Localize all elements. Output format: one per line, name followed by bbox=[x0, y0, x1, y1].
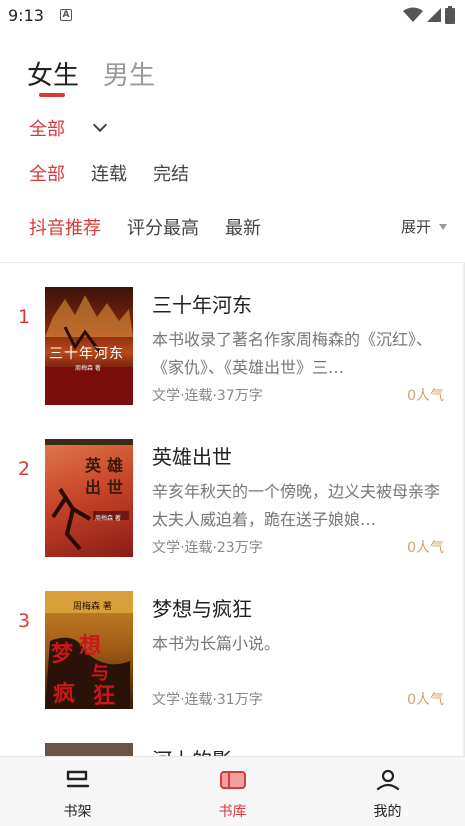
svg-text:雄: 雄 bbox=[106, 456, 123, 475]
category-label: 全部 bbox=[29, 119, 65, 140]
book-rank: 2 bbox=[17, 458, 31, 480]
category-selector[interactable]: 全部 bbox=[29, 115, 108, 141]
book-item[interactable]: 1 三十年河东 周梅森 著 三十年河东 本书收录了著名作家周梅森的《沉红》、《家… bbox=[0, 262, 465, 405]
svg-text:与: 与 bbox=[91, 663, 109, 684]
book-item[interactable]: 3 梦 想 与 疯 狂 周梅森 著 梦想与疯狂 本书为长篇小说。 文学·连载·3… bbox=[0, 566, 465, 709]
book-item[interactable]: 2 英 雄 出 世 周梅森 著 英雄出世 辛亥年秋天的一个傍晚，边义夫被母亲李太… bbox=[0, 414, 465, 557]
book-rank: 1 bbox=[17, 306, 31, 328]
book-meta: 文学·连载·23万字 bbox=[152, 540, 263, 556]
tab-female[interactable]: 女生 bbox=[27, 55, 80, 97]
tab-male-label: 男生 bbox=[103, 61, 156, 91]
sort-top-rated[interactable]: 评分最高 bbox=[127, 214, 199, 240]
tab-male[interactable]: 男生 bbox=[103, 55, 155, 95]
library-icon bbox=[219, 771, 246, 789]
nav-profile-label: 我的 bbox=[373, 804, 402, 820]
nav-profile[interactable]: 我的 bbox=[310, 757, 465, 826]
book-cover: 英 雄 出 世 周梅森 著 bbox=[45, 439, 133, 557]
book-title: 梦想与疯狂 bbox=[152, 597, 252, 621]
svg-text:出: 出 bbox=[85, 478, 101, 497]
tab-active-indicator bbox=[39, 93, 65, 97]
status-bar: 9:13 A bbox=[0, 0, 465, 32]
book-description: 本书为长篇小说。 bbox=[152, 634, 281, 653]
svg-text:梦: 梦 bbox=[51, 641, 74, 667]
cover-author: 周梅森 著 bbox=[73, 602, 112, 612]
nav-bookshelf-label: 书架 bbox=[63, 804, 92, 820]
chevron-down-icon[interactable] bbox=[92, 117, 108, 133]
cover-author: 周梅森 著 bbox=[75, 365, 101, 372]
book-description: 本书收录了著名作家周梅森的《沉红》、《家仇》、《英雄出世》三… bbox=[152, 330, 433, 377]
nav-bookshelf[interactable]: 书架 bbox=[0, 757, 155, 826]
bottom-nav: 书架 书库 我的 bbox=[0, 756, 465, 826]
book-title: 英雄出世 bbox=[152, 445, 232, 469]
book-popularity: 0人气 bbox=[407, 540, 444, 556]
book-title: 三十年河东 bbox=[152, 293, 252, 317]
app-screen: 9:13 A 女生 男生 全部 全部 连载 完结 抖音推荐 评分最高 最新 展开… bbox=[0, 0, 465, 826]
filter-all[interactable]: 全部 bbox=[29, 160, 65, 186]
book-meta: 文学·连载·31万字 bbox=[152, 692, 263, 708]
gender-tabs: 女生 男生 bbox=[27, 55, 155, 97]
filter-completed[interactable]: 完结 bbox=[153, 160, 189, 186]
filter-serializing[interactable]: 连载 bbox=[91, 160, 127, 186]
svg-text:狂: 狂 bbox=[93, 684, 115, 709]
profile-icon bbox=[376, 769, 399, 791]
expand-label: 展开 bbox=[400, 218, 431, 236]
nav-library[interactable]: 书库 bbox=[155, 757, 310, 826]
bookshelf-icon bbox=[66, 770, 89, 788]
nav-library-label: 书库 bbox=[218, 804, 247, 820]
book-rank: 3 bbox=[17, 610, 31, 632]
svg-text:疯: 疯 bbox=[53, 681, 75, 707]
cover-title: 三十年河东 bbox=[49, 346, 124, 362]
book-cover: 三十年河东 周梅森 著 bbox=[45, 287, 133, 405]
sort-filter-row: 抖音推荐 评分最高 最新 展开 bbox=[29, 214, 447, 240]
svg-text:英: 英 bbox=[84, 456, 102, 475]
battery-icon bbox=[445, 6, 455, 24]
sort-newest[interactable]: 最新 bbox=[225, 214, 261, 240]
cover-author: 周梅森 著 bbox=[95, 515, 121, 522]
wifi-icon bbox=[403, 7, 423, 22]
status-icons bbox=[403, 6, 455, 24]
expand-button[interactable]: 展开 bbox=[401, 216, 447, 237]
tab-female-label: 女生 bbox=[27, 61, 80, 91]
sort-douyin-recommend[interactable]: 抖音推荐 bbox=[29, 214, 101, 240]
book-popularity: 0人气 bbox=[407, 388, 444, 404]
svg-text:想: 想 bbox=[79, 634, 101, 659]
notification-icon: A bbox=[60, 9, 72, 21]
book-cover: 梦 想 与 疯 狂 周梅森 著 bbox=[45, 591, 133, 709]
book-meta: 文学·连载·37万字 bbox=[152, 388, 263, 404]
status-time: 9:13 bbox=[8, 6, 44, 25]
triangle-down-icon bbox=[439, 223, 447, 230]
svg-text:世: 世 bbox=[107, 478, 123, 497]
signal-icon bbox=[427, 8, 441, 22]
book-description: 辛亥年秋天的一个傍晚，边义夫被母亲李太夫人威迫着，跪在送子娘娘… bbox=[152, 482, 441, 529]
book-popularity: 0人气 bbox=[407, 692, 444, 708]
status-filter-row: 全部 连载 完结 bbox=[29, 160, 189, 186]
